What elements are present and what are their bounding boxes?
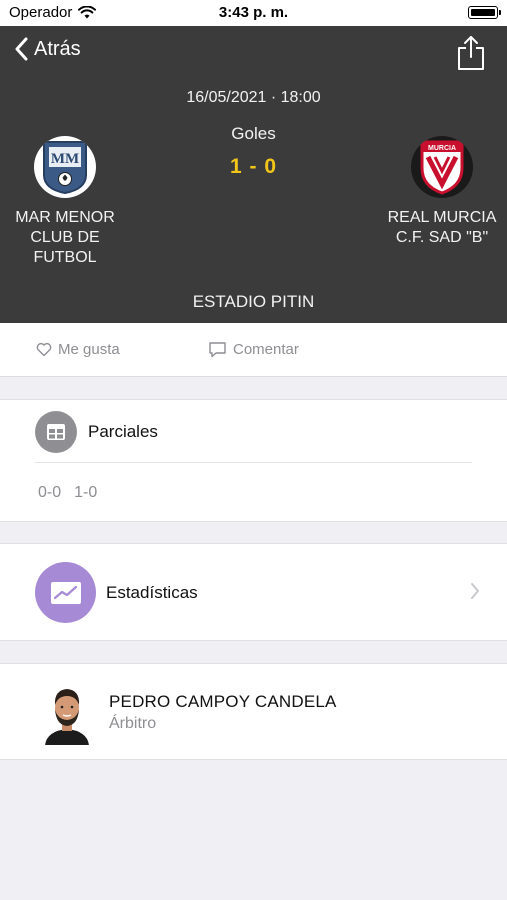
referee-card[interactable]: PEDRO CAMPOY CANDELA Árbitro (0, 663, 507, 760)
home-team-crest: MM (34, 136, 96, 198)
stadium-name: ESTADIO PITIN (192, 292, 315, 311)
comment-button[interactable]: Comentar (208, 341, 299, 358)
back-button[interactable]: Atrás (14, 37, 81, 61)
away-crest-letters: MURCIA (428, 145, 456, 152)
back-label: Atrás (34, 37, 81, 60)
partials-list: 0-0 1-0 (38, 484, 97, 502)
referee-name: PEDRO CAMPOY CANDELA (109, 692, 337, 711)
comment-icon (209, 342, 226, 358)
heart-icon (36, 342, 52, 357)
match-datetime: 16/05/2021 · 18:00 (186, 89, 321, 106)
home-team-name: MAR MENOR CLUB DE FUTBOL (15, 209, 115, 266)
match-header: Operador 3:43 p. m. Atrás 16/05/2021 · 1… (0, 0, 507, 323)
referee-role: Árbitro (109, 715, 157, 732)
partial-score: 0-0 (38, 484, 62, 501)
chevron-right-icon (471, 583, 479, 599)
away-team-name: REAL MURCIA C.F. SAD "B" (387, 209, 497, 246)
away-team-crest: MURCIA (411, 136, 473, 198)
home-team[interactable]: MM MAR MENOR CLUB DE FUTBOL (0, 136, 130, 268)
table-icon (35, 411, 77, 453)
chart-icon (35, 562, 96, 623)
like-label: Me gusta (58, 341, 120, 358)
status-bar: Operador 3:43 p. m. (0, 0, 507, 26)
partial-score: 1-0 (74, 484, 98, 501)
actions-bar: Me gusta Comentar (0, 323, 507, 377)
away-team[interactable]: MURCIA REAL MURCIA C.F. SAD "B" (377, 136, 507, 248)
stats-title: Estadísticas (106, 583, 198, 602)
parciales-card: Parciales 0-0 1-0 (0, 399, 507, 522)
referee-avatar (42, 681, 92, 745)
divider (35, 462, 472, 463)
home-crest-letters: MM (51, 151, 79, 167)
stats-card[interactable]: Estadísticas (0, 543, 507, 641)
share-icon[interactable] (456, 35, 486, 71)
like-button[interactable]: Me gusta (36, 341, 120, 358)
battery-icon (468, 6, 501, 19)
home-crest-icon: MM (43, 141, 87, 195)
away-crest-icon: MURCIA (420, 140, 464, 195)
chevron-left-icon (15, 37, 28, 61)
status-time: 3:43 p. m. (218, 4, 289, 21)
comment-label: Comentar (233, 341, 299, 358)
parciales-title: Parciales (88, 422, 158, 441)
